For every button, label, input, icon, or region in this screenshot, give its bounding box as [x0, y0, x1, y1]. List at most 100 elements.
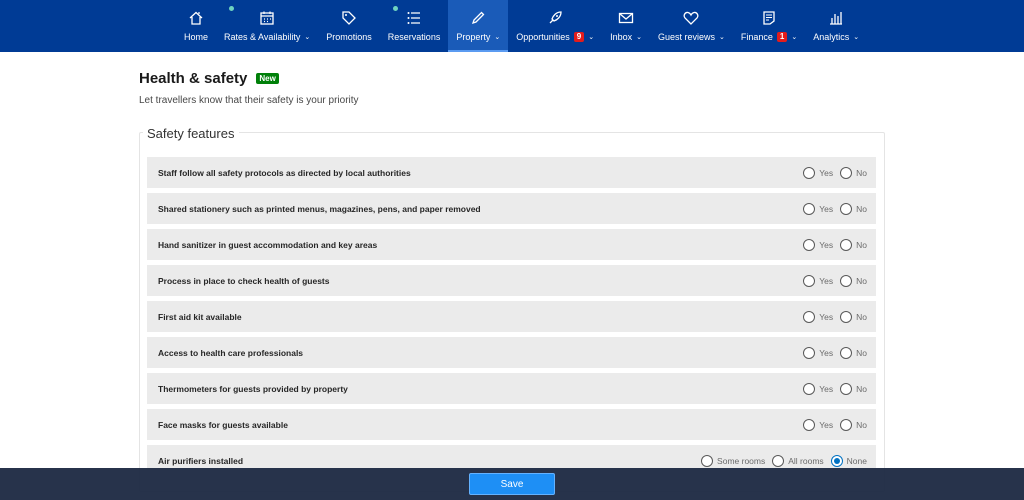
radio-label: No — [856, 275, 867, 286]
radio-button[interactable] — [772, 454, 785, 467]
radio-button[interactable] — [803, 346, 816, 359]
radio-label: Yes — [819, 311, 834, 322]
chevron-down-icon: ⌄ — [719, 34, 725, 41]
radio-option-yes[interactable]: Yes — [803, 346, 833, 359]
radio-option-some-rooms[interactable]: Some rooms — [701, 454, 766, 467]
radio-option-yes[interactable]: Yes — [803, 310, 834, 323]
nav-label: Inbox ⌄ — [610, 32, 642, 42]
radio-button[interactable] — [803, 166, 816, 179]
radio-button[interactable] — [840, 274, 853, 287]
safety-feature-label: Staff follow all safety protocols as dir… — [158, 167, 411, 178]
nav-label-text: Rates & Availability — [224, 32, 301, 42]
radio-label: Yes — [819, 419, 834, 430]
radio-button[interactable] — [840, 238, 853, 251]
notification-dot — [392, 6, 398, 11]
radio-button[interactable] — [840, 346, 853, 359]
safety-feature-row: Process in place to check health of gues… — [147, 265, 876, 296]
page-title: Health & safety — [139, 70, 248, 87]
nav-item-property[interactable]: Property ⌄ — [448, 0, 509, 52]
radio-group: Yes No — [800, 346, 867, 359]
notification-dot — [229, 6, 235, 11]
radio-group: Yes No — [800, 202, 867, 215]
document-icon — [763, 11, 775, 25]
calendar-icon — [260, 11, 274, 25]
nav-label-text: Opportunities — [516, 32, 570, 42]
radio-option-yes[interactable]: Yes — [803, 274, 833, 287]
safety-feature-row: Staff follow all safety protocols as dir… — [147, 157, 876, 188]
radio-option-no[interactable]: No — [840, 418, 867, 431]
nav-label: Guest reviews ⌄ — [658, 32, 725, 42]
save-button[interactable]: Save — [469, 473, 555, 495]
radio-group: Some rooms All rooms None — [698, 454, 867, 467]
safety-feature-label: Air purifiers installed — [158, 455, 244, 466]
nav-items: Home Rates & Availability ⌄ Promotions Reser… — [176, 0, 867, 52]
radio-label: No — [856, 383, 867, 394]
section-legend: Safety features — [143, 126, 240, 141]
radio-button[interactable] — [701, 454, 714, 467]
radio-button[interactable] — [840, 418, 853, 431]
radio-button[interactable] — [840, 382, 853, 395]
radio-label: All rooms — [788, 455, 824, 466]
radio-button[interactable] — [803, 238, 816, 251]
radio-option-no[interactable]: No — [840, 238, 867, 251]
chevron-down-icon: ⌄ — [791, 34, 798, 41]
radio-button[interactable] — [803, 274, 816, 287]
radio-button[interactable] — [840, 310, 853, 323]
radio-button[interactable] — [803, 418, 816, 431]
radio-label: Yes — [819, 203, 834, 214]
safety-feature-row: Thermometers for guests provided by prop… — [147, 373, 876, 404]
chevron-down-icon: ⌄ — [494, 34, 501, 41]
safety-feature-row: Face masks for guests available Yes No — [147, 409, 876, 440]
nav-label-text: Inbox — [610, 32, 633, 42]
nav-item-finance[interactable]: Finance 1 ⌄ — [733, 0, 805, 52]
nav-item-opportunities[interactable]: Opportunities 9 ⌄ — [508, 0, 602, 52]
radio-button[interactable] — [840, 202, 853, 215]
radio-option-yes[interactable]: Yes — [803, 418, 834, 431]
envelope-icon — [618, 12, 634, 24]
radio-button[interactable] — [803, 310, 816, 323]
radio-button[interactable] — [803, 202, 816, 215]
radio-label: Some rooms — [717, 455, 766, 466]
safety-feature-label: Face masks for guests available — [158, 419, 288, 430]
radio-option-no[interactable]: No — [840, 382, 867, 395]
radio-option-none[interactable]: None — [830, 454, 867, 467]
pencil-icon — [472, 11, 485, 25]
nav-item-reservations[interactable]: Reservations — [380, 0, 449, 52]
radio-option-no[interactable]: No — [840, 202, 867, 215]
radio-option-yes[interactable]: Yes — [803, 238, 833, 251]
nav-item-home[interactable]: Home — [176, 0, 216, 52]
radio-group: Yes No — [800, 238, 867, 251]
radio-button[interactable] — [803, 382, 816, 395]
nav-label-text: Promotions — [326, 32, 372, 42]
nav-item-analytics[interactable]: Analytics ⌄ — [805, 0, 867, 52]
radio-option-yes[interactable]: Yes — [803, 202, 834, 215]
nav-label: Promotions — [326, 32, 372, 42]
radio-option-yes[interactable]: Yes — [803, 166, 834, 179]
nav-label: Opportunities 9 ⌄ — [516, 32, 594, 42]
radio-label: No — [856, 311, 867, 322]
safety-feature-label: Thermometers for guests provided by prop… — [158, 383, 348, 394]
radio-button[interactable] — [840, 166, 853, 179]
count-badge: 9 — [573, 32, 585, 42]
radio-option-no[interactable]: No — [840, 166, 867, 179]
radio-group: Yes No — [800, 382, 867, 395]
radio-option-no[interactable]: No — [840, 346, 867, 359]
radio-button[interactable] — [830, 454, 843, 467]
nav-item-guest-reviews[interactable]: Guest reviews ⌄ — [650, 0, 733, 52]
radio-label: Yes — [819, 167, 834, 178]
safety-feature-label: Process in place to check health of gues… — [158, 275, 330, 286]
nav-label: Property ⌄ — [456, 32, 500, 42]
radio-option-no[interactable]: No — [840, 274, 867, 287]
radio-option-all-rooms[interactable]: All rooms — [772, 454, 824, 467]
heart-icon — [683, 11, 699, 25]
nav-item-inbox[interactable]: Inbox ⌄ — [602, 0, 650, 52]
radio-option-no[interactable]: No — [840, 310, 867, 323]
chevron-down-icon: ⌄ — [588, 34, 595, 41]
safety-feature-label: Access to health care professionals — [158, 347, 304, 358]
radio-group: Yes No — [800, 310, 867, 323]
radio-group: Yes No — [800, 166, 867, 179]
page-subtitle: Let travellers know that their safety is… — [139, 95, 359, 106]
radio-option-yes[interactable]: Yes — [803, 382, 833, 395]
nav-item-rates-availability[interactable]: Rates & Availability ⌄ — [216, 0, 318, 52]
nav-item-promotions[interactable]: Promotions — [318, 0, 380, 52]
